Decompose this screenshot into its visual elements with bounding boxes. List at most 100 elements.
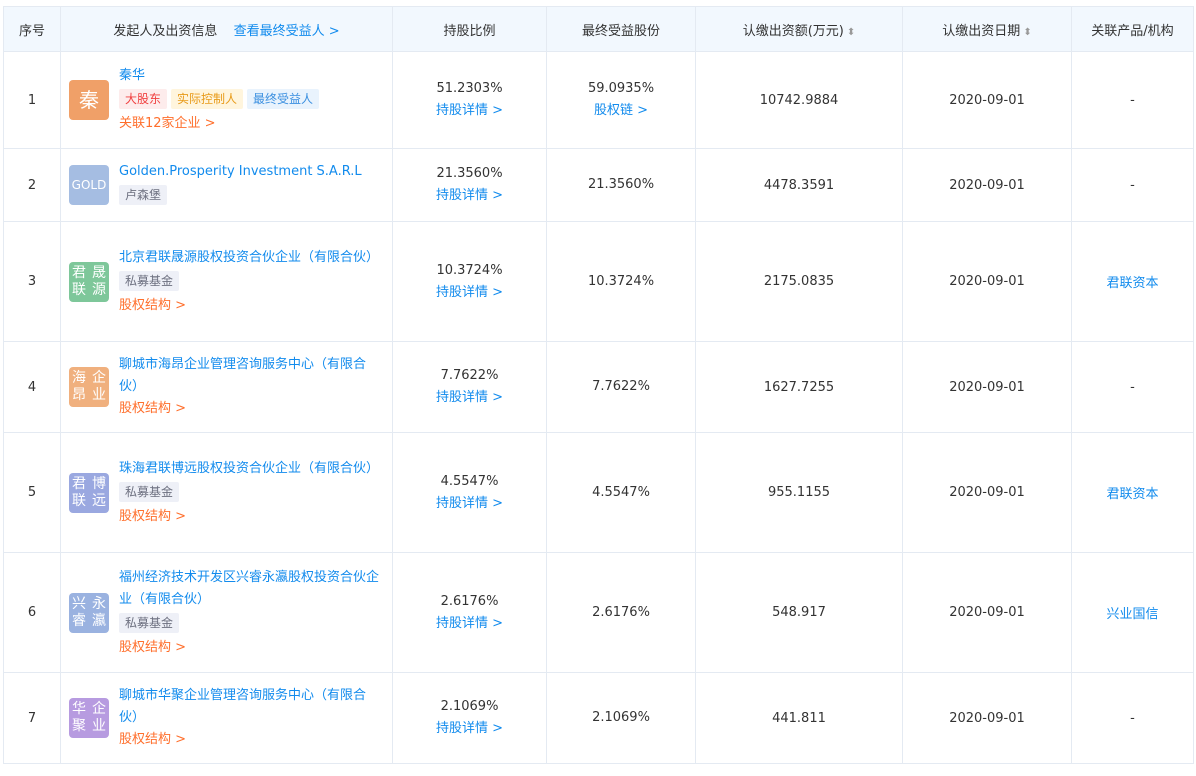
table-row: 6 兴睿 永瀛 福州经济技术开发区兴睿永瀛股权投资合伙企业（有限合伙） 私募基金 … [3, 552, 1194, 673]
ratio-value: 7.7622% [440, 368, 499, 383]
final-benefit-value: 21.3560% [587, 177, 655, 192]
logo-text: 博远 [92, 475, 106, 509]
table-body: 1 秦 秦华 大股东 实际控制人 最终受益人 关联12家企业 > 51.2303% … [3, 51, 1194, 764]
final-benefit-cell: 21.3560% [546, 148, 696, 222]
equity-structure-link[interactable]: 股权结构 > [119, 509, 186, 524]
final-benefit-value: 7.7622% [592, 379, 650, 394]
logo-text: 君联 [72, 475, 86, 509]
company-logo[interactable]: 秦 [69, 80, 109, 120]
tag-badge: 私募基金 [119, 612, 180, 633]
tag-badge: 私募基金 [119, 270, 180, 291]
logo-text: 企业 [92, 701, 106, 734]
final-benefit-cell: 2.1069% [546, 672, 696, 764]
date-cell: 2020-09-01 [902, 148, 1072, 222]
equity-structure-link[interactable]: 股权结构 > [119, 298, 186, 313]
final-benefit-cell: 59.0935% 股权链 > [546, 51, 696, 149]
party-name-link[interactable]: 聊城市华聚企业管理咨询服务中心（有限合伙） [119, 688, 366, 725]
header-seq: 序号 [3, 6, 61, 52]
amount-cell: 548.917 [695, 552, 903, 673]
logo-text: 华聚 [72, 701, 86, 734]
holding-detail-link[interactable]: 持股详情 > [436, 188, 503, 203]
sort-icon[interactable]: ⬍ [847, 27, 855, 38]
party-name-link[interactable]: Golden.Prosperity Investment S.A.R.L [119, 164, 362, 179]
ratio-cell: 21.3560% 持股详情 > [392, 148, 547, 222]
row-seq: 2 [3, 148, 61, 222]
equity-chain-link[interactable]: 股权链 > [594, 103, 648, 118]
holding-detail-link[interactable]: 持股详情 > [436, 496, 503, 511]
related-empty: - [1130, 92, 1135, 108]
logo-text: 秦 [79, 87, 99, 112]
holding-detail-link[interactable]: 持股详情 > [436, 390, 503, 405]
header-party: 发起人及出资信息 查看最终受益人 > [60, 6, 393, 52]
header-amount[interactable]: 认缴出资额(万元) ⬍ [695, 6, 903, 52]
holding-detail-link[interactable]: 持股详情 > [436, 103, 503, 118]
party-cell: 君联 博远 珠海君联博远股权投资合伙企业（有限合伙） 私募基金 股权结构 > [60, 432, 393, 553]
related-org-link[interactable]: 君联资本 [1106, 487, 1158, 502]
final-benefit-value: 59.0935% [587, 81, 655, 96]
company-logo[interactable]: GO LD [69, 165, 109, 205]
amount-cell: 1627.7255 [695, 341, 903, 433]
equity-structure-link[interactable]: 关联12家企业 > [119, 116, 216, 131]
header-date[interactable]: 认缴出资日期 ⬍ [902, 6, 1072, 52]
row-seq: 6 [3, 552, 61, 673]
related-org-link[interactable]: 兴业国信 [1106, 607, 1158, 622]
company-logo[interactable]: 兴睿 永瀛 [69, 592, 109, 633]
date-cell: 2020-09-01 [902, 552, 1072, 673]
table-row: 3 君联 晟源 北京君联晟源股权投资合伙企业（有限合伙） 私募基金 股权结构 > … [3, 221, 1194, 342]
row-seq: 7 [3, 672, 61, 764]
tag-badge: 私募基金 [119, 481, 180, 502]
company-logo[interactable]: 华聚 企业 [69, 698, 109, 738]
company-logo[interactable]: 君联 晟源 [69, 261, 109, 302]
ratio-value: 2.1069% [440, 699, 499, 714]
logo-text: 晟源 [92, 264, 106, 298]
holding-detail-link[interactable]: 持股详情 > [436, 721, 503, 736]
party-name-link[interactable]: 福州经济技术开发区兴睿永瀛股权投资合伙企业（有限合伙） [119, 570, 379, 607]
ratio-cell: 2.1069% 持股详情 > [392, 672, 547, 764]
equity-structure-link[interactable]: 股权结构 > [119, 640, 186, 655]
header-final-benefit: 最终受益股份 [546, 6, 696, 52]
amount-cell: 10742.9884 [695, 51, 903, 149]
equity-structure-link[interactable]: 股权结构 > [119, 401, 186, 416]
party-name-link[interactable]: 秦华 [119, 68, 145, 83]
logo-text: LD [90, 178, 107, 192]
party-name-link[interactable]: 聊城市海昂企业管理咨询服务中心（有限合伙） [119, 357, 366, 394]
ratio-value: 4.5547% [440, 473, 499, 489]
table-row: 1 秦 秦华 大股东 实际控制人 最终受益人 关联12家企业 > 51.2303% … [3, 51, 1194, 149]
date-cell: 2020-09-01 [902, 672, 1072, 764]
date-cell: 2020-09-01 [902, 221, 1072, 342]
holding-detail-link[interactable]: 持股详情 > [436, 616, 503, 631]
final-benefit-value: 2.6176% [592, 604, 650, 620]
date-cell: 2020-09-01 [902, 341, 1072, 433]
header-ratio: 持股比例 [392, 6, 547, 52]
related-empty: - [1130, 177, 1135, 193]
row-seq: 1 [3, 51, 61, 149]
logo-text: 永瀛 [92, 595, 106, 629]
tag-badge: 卢森堡 [119, 185, 168, 205]
date-cell: 2020-09-01 [902, 51, 1072, 149]
tag-group: 大股东 实际控制人 最终受益人 [119, 89, 384, 111]
holding-detail-link[interactable]: 持股详情 > [436, 285, 503, 300]
party-name-link[interactable]: 珠海君联博远股权投资合伙企业（有限合伙） [119, 461, 379, 476]
logo-text: 海昂 [72, 370, 86, 403]
ratio-cell: 51.2303% 持股详情 > [392, 51, 547, 149]
sort-icon[interactable]: ⬍ [1023, 27, 1031, 38]
related-cell: - [1071, 672, 1194, 764]
company-logo[interactable]: 君联 博远 [69, 472, 109, 513]
related-org-link[interactable]: 君联资本 [1106, 276, 1158, 291]
final-benefit-cell: 4.5547% [546, 432, 696, 553]
company-logo[interactable]: 海昂 企业 [69, 367, 109, 407]
related-cell: 君联资本 [1071, 432, 1194, 553]
related-cell: 君联资本 [1071, 221, 1194, 342]
amount-cell: 2175.0835 [695, 221, 903, 342]
final-benefit-value: 10.3724% [587, 273, 655, 289]
tag-badge: 最终受益人 [247, 89, 320, 109]
view-beneficiary-link[interactable]: 查看最终受益人 > [234, 24, 340, 39]
ratio-value: 10.3724% [436, 262, 503, 278]
party-name-link[interactable]: 北京君联晟源股权投资合伙企业（有限合伙） [119, 250, 379, 265]
related-cell: - [1071, 51, 1194, 149]
related-cell: - [1071, 148, 1194, 222]
equity-structure-link[interactable]: 股权结构 > [119, 732, 186, 747]
ratio-cell: 2.6176% 持股详情 > [392, 552, 547, 673]
final-benefit-value: 2.1069% [592, 710, 650, 725]
amount-cell: 4478.3591 [695, 148, 903, 222]
